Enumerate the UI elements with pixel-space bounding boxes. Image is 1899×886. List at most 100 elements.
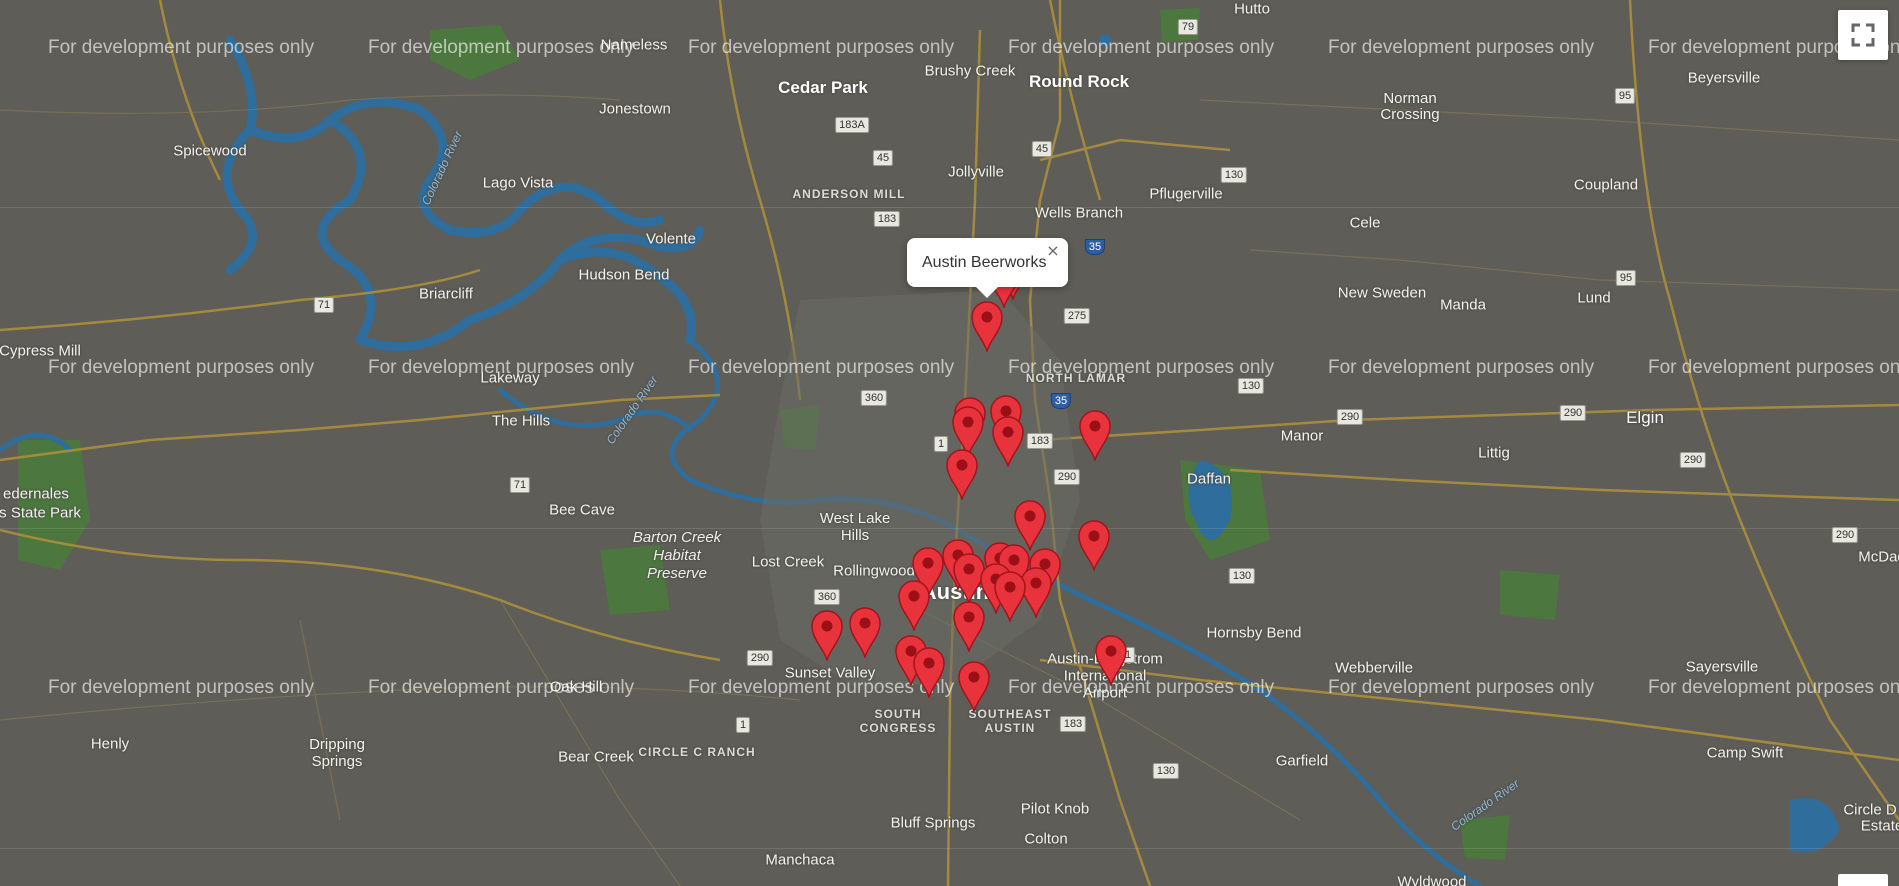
info-window: Austin Beerworks × <box>907 238 1068 298</box>
map-pin-icon <box>849 607 881 658</box>
watermark-gridline <box>0 207 1899 208</box>
watermark-text: For development purposes only <box>1648 677 1899 698</box>
map-marker[interactable] <box>945 448 979 500</box>
map-marker[interactable] <box>1077 519 1111 571</box>
watermark-text: For development purposes only <box>48 677 315 698</box>
watermark-text: For development purposes only <box>48 37 315 58</box>
route-shield: 79 <box>1177 19 1199 35</box>
map-marker[interactable] <box>957 660 991 712</box>
place-label: Sayersville <box>1685 658 1759 676</box>
map-marker[interactable] <box>970 300 1004 352</box>
map-pin-icon <box>811 610 843 661</box>
place-label: Brushy Creek <box>924 62 1016 80</box>
place-label: Colton <box>1024 830 1068 848</box>
map-marker[interactable] <box>1078 409 1112 461</box>
place-label: Coupland <box>1573 176 1639 194</box>
place-label: Volente <box>645 230 697 248</box>
place-label: Wells Branch <box>1034 204 1124 222</box>
place-label: Circle D <box>1843 801 1897 819</box>
place-label: Pilot Knob <box>1020 800 1090 818</box>
map-marker[interactable] <box>897 579 931 631</box>
route-shield: 130 <box>1220 167 1248 183</box>
map-pin-icon <box>994 571 1026 622</box>
map-pin-icon <box>946 449 978 500</box>
fullscreen-button[interactable] <box>1838 10 1888 60</box>
map-marker[interactable] <box>912 646 946 698</box>
watermark-gridline <box>0 848 1899 849</box>
map-marker[interactable] <box>952 600 986 652</box>
place-label: Jonestown <box>599 100 671 118</box>
route-shield: 290 <box>1559 405 1587 421</box>
place-label: Round Rock <box>1028 72 1130 91</box>
interstate-shield: 35 <box>1084 239 1106 255</box>
place-label: Daffan <box>1187 470 1231 488</box>
lake-decker <box>1099 34 1840 853</box>
place-label: Hutto <box>1234 0 1270 18</box>
map-pin-icon <box>953 601 985 652</box>
map-marker[interactable] <box>993 570 1027 622</box>
watermark-text: For development purposes only <box>688 37 955 58</box>
map-canvas[interactable]: Hutto Round Rock Cedar Park Nameless Bru… <box>0 0 1899 886</box>
place-label: s State Park <box>0 504 81 522</box>
map-marker[interactable] <box>848 606 882 658</box>
place-label: Bluff Springs <box>890 814 976 832</box>
map-base-layer <box>0 0 1899 886</box>
watermark-text: For development purposes only <box>368 37 635 58</box>
map-pin-icon <box>958 661 990 712</box>
place-label: Wyldwood <box>1397 873 1467 886</box>
place-label: Lago Vista <box>482 174 554 192</box>
place-label: Littig <box>1478 444 1510 462</box>
place-label: Cedar Park <box>778 78 868 97</box>
route-shield: 95 <box>1614 88 1636 104</box>
place-label: Webberville <box>1334 659 1414 677</box>
route-shield: 360 <box>860 390 888 406</box>
place-label: Bear Creek <box>558 748 634 766</box>
place-label: Spicewood <box>173 142 247 160</box>
map-pin-icon <box>1095 635 1127 686</box>
route-shield: 130 <box>1228 568 1256 584</box>
watermark-text: For development purposes only <box>1328 37 1595 58</box>
place-label: Camp Swift <box>1706 744 1784 762</box>
fullscreen-icon <box>1851 23 1875 47</box>
place-label: New Sweden <box>1337 284 1427 302</box>
place-label: Henly <box>90 735 130 753</box>
route-shield: 45 <box>872 150 894 166</box>
map-pin-icon <box>898 580 930 631</box>
watermark-text: For development purposes only <box>688 357 955 378</box>
map-marker[interactable] <box>810 609 844 661</box>
park-label: Barton Creek Habitat Preserve <box>632 529 722 582</box>
map-marker[interactable] <box>1094 634 1128 686</box>
place-label: Cele <box>1349 214 1381 232</box>
route-shield: 183 <box>873 211 901 227</box>
watermark-text: For development purposes only <box>368 357 635 378</box>
watermark-text: For development purposes only <box>368 677 635 698</box>
info-window-title: Austin Beerworks <box>922 254 1047 271</box>
map-pin-icon <box>992 416 1024 467</box>
place-label: Estate <box>1860 817 1899 835</box>
place-label: Manchaca <box>765 851 835 869</box>
district-label: SOUTH CONGRESS <box>859 707 937 735</box>
route-shield: 183 <box>1026 433 1054 449</box>
place-label: Dripping Springs <box>309 736 365 770</box>
route-shield: 290 <box>1336 409 1364 425</box>
place-label: Pflugerville <box>1149 185 1223 203</box>
close-icon[interactable]: × <box>1042 240 1064 262</box>
route-shield: 290 <box>1831 527 1859 543</box>
place-label: Manor <box>1280 427 1324 445</box>
route-shield: 275 <box>1063 308 1091 324</box>
place-label: The Hills <box>491 412 551 430</box>
zoom-control[interactable] <box>1838 874 1888 886</box>
route-shield: 130 <box>1237 378 1265 394</box>
place-label: Hornsby Bend <box>1206 624 1302 642</box>
watermark-text: For development purposes only <box>48 357 315 378</box>
map-pin-icon <box>1078 520 1110 571</box>
watermark-text: For development purposes only <box>1328 677 1595 698</box>
place-label: Garfield <box>1275 752 1329 770</box>
place-label: Jollyville <box>948 163 1004 181</box>
place-label: Rollingwood <box>833 562 915 580</box>
map-marker[interactable] <box>991 415 1025 467</box>
district-label: ANDERSON MILL <box>792 187 906 201</box>
watermark-gridline <box>0 528 1899 529</box>
route-shield: 183 <box>1059 716 1087 732</box>
route-shield: 183A <box>835 117 869 133</box>
